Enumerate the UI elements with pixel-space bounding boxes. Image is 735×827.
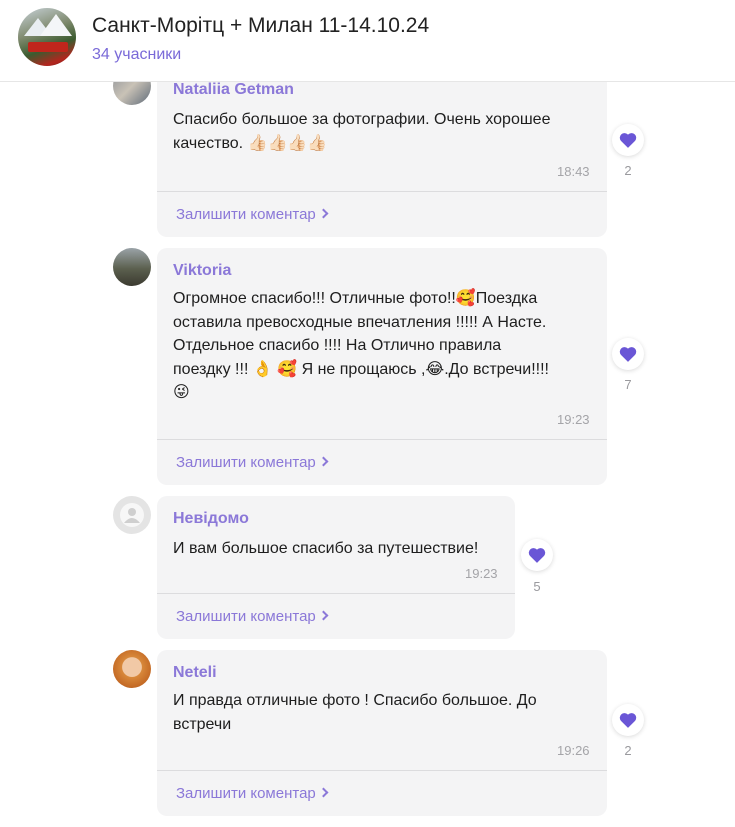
divider <box>157 770 607 771</box>
chevron-right-icon <box>318 456 329 467</box>
like-button[interactable] <box>612 124 644 156</box>
message-text: И вам большое спасибо за путешествие! <box>173 540 479 557</box>
like-button[interactable] <box>612 338 644 370</box>
avatar[interactable] <box>113 650 151 688</box>
avatar[interactable] <box>113 248 151 286</box>
like-count: 7 <box>624 377 632 392</box>
like-count: 2 <box>624 743 632 758</box>
leave-comment-link[interactable]: Залишити коментар <box>176 785 329 802</box>
chevron-right-icon <box>318 208 329 219</box>
heart-icon <box>528 548 546 563</box>
message-time: 19:23 <box>557 412 590 427</box>
message-bubble: Nataliia Getman Спасибо большое за фотог… <box>157 67 607 237</box>
message-time: 18:43 <box>557 164 590 179</box>
heart-icon <box>619 347 637 362</box>
leave-comment-link[interactable]: Залишити коментар <box>176 206 329 223</box>
participants-count[interactable]: 34 учасники <box>92 46 181 64</box>
message-author[interactable]: Невідомо <box>173 510 249 528</box>
divider <box>157 593 515 594</box>
divider <box>157 439 607 440</box>
message-bubble: Neteli И правда отличные фото ! Спасибо … <box>157 650 607 816</box>
group-avatar[interactable] <box>18 8 76 66</box>
leave-comment-link[interactable]: Залишити коментар <box>176 454 329 471</box>
like-count: 5 <box>533 579 541 594</box>
heart-icon <box>619 713 637 728</box>
message-author[interactable]: Neteli <box>173 664 217 682</box>
divider <box>157 191 607 192</box>
group-title[interactable]: Санкт-Морітц + Милан 11-14.10.24 <box>92 14 429 38</box>
like-button[interactable] <box>612 704 644 736</box>
message-time: 19:23 <box>465 566 498 581</box>
message-text: Огромное спасибо!!! Отличные фото!!🥰Поез… <box>173 290 549 401</box>
like-count: 2 <box>624 163 632 178</box>
like-button[interactable] <box>521 539 553 571</box>
avatar[interactable] <box>113 496 151 534</box>
message-author[interactable]: Viktoria <box>173 262 231 280</box>
leave-comment-link[interactable]: Залишити коментар <box>176 608 329 625</box>
message-text: И правда отличные фото ! Спасибо большое… <box>173 692 537 733</box>
chevron-right-icon <box>318 787 329 798</box>
chat-header: Санкт-Морітц + Милан 11-14.10.24 34 учас… <box>0 0 735 82</box>
message-time: 19:26 <box>557 743 590 758</box>
message-bubble: Viktoria Огромное спасибо!!! Отличные фо… <box>157 248 607 485</box>
message-text: Спасибо большое за фотографии. Очень хор… <box>173 111 551 152</box>
message-bubble: Невідомо И вам большое спасибо за путеше… <box>157 496 515 639</box>
heart-icon <box>619 133 637 148</box>
default-user-icon <box>120 503 144 527</box>
message-author[interactable]: Nataliia Getman <box>173 81 294 99</box>
chevron-right-icon <box>318 610 329 621</box>
